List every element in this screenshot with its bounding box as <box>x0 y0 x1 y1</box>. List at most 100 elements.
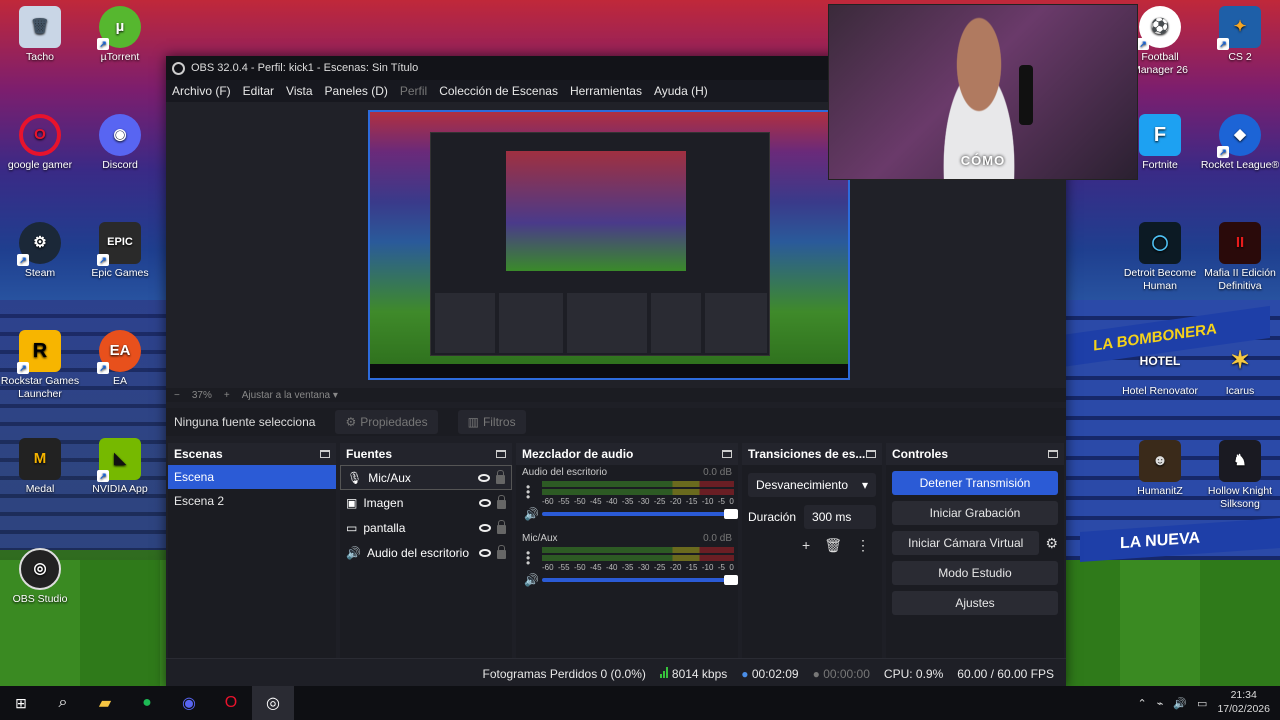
lock-icon[interactable] <box>497 544 506 559</box>
start-button[interactable]: ⊞ <box>0 686 42 720</box>
trash-icon[interactable]: 🗑 <box>824 537 842 554</box>
record-time-value: 00:00:00 <box>823 666 870 681</box>
desktop-icon-utorrent[interactable]: µ µTorrent <box>80 6 160 64</box>
speaker-icon[interactable]: 🔊 <box>524 507 539 521</box>
desktop-icon-medal[interactable]: M Medal <box>0 438 80 496</box>
taskbar-discord[interactable]: ◉ <box>168 686 210 720</box>
desktop-icon-ea[interactable]: EA EA <box>80 330 160 388</box>
desktop-icon-cs2[interactable]: ✦ CS 2 <box>1200 6 1280 64</box>
scene-item[interactable]: Escena <box>168 465 336 489</box>
fit-to-window-dropdown[interactable]: Ajustar a la ventana ▾ <box>242 390 338 401</box>
duration-input[interactable]: 300 ms <box>804 505 876 529</box>
slider-knob[interactable] <box>724 509 738 519</box>
start-recording-button[interactable]: Iniciar Grabación <box>892 501 1058 525</box>
undock-icon[interactable] <box>496 450 506 458</box>
visibility-eye-icon[interactable] <box>478 473 490 482</box>
lock-icon[interactable] <box>497 494 506 509</box>
settings-button[interactable]: Ajustes <box>892 591 1058 615</box>
desktop-icon-detroit[interactable]: ◯ Detroit Become Human <box>1120 222 1200 293</box>
menu-paneles[interactable]: Paneles (D) <box>325 84 388 98</box>
visibility-eye-icon[interactable] <box>479 498 491 507</box>
taskbar-opera-gx[interactable]: O <box>210 686 252 720</box>
channel-menu-icon[interactable]: • • • <box>526 547 530 569</box>
zoom-out-button[interactable]: − <box>174 390 180 401</box>
controls-dock-header[interactable]: Controles <box>886 443 1064 465</box>
desktop-icon-silksong[interactable]: ♞ Hollow Knight Silksong <box>1200 440 1280 511</box>
desktop-icon-obs-studio[interactable]: ◎ OBS Studio <box>0 548 80 606</box>
lock-icon[interactable] <box>496 469 505 484</box>
volume-slider[interactable] <box>542 575 738 585</box>
clock-date: 17/02/2026 <box>1217 703 1270 715</box>
more-options-icon[interactable]: ⋮ <box>856 537 870 554</box>
source-item[interactable]: 🔊 Audio del escritorio <box>340 540 512 565</box>
desktop-icon-discord[interactable]: ◉ Discord <box>80 114 160 172</box>
desktop-icon-rocket-league[interactable]: ◆ Rocket League® <box>1200 114 1280 172</box>
taskbar-obs[interactable]: ◎ <box>252 686 294 720</box>
search-button[interactable]: ⌕ <box>42 686 84 720</box>
add-icon[interactable]: + <box>802 537 810 554</box>
sources-dock-header[interactable]: Fuentes <box>340 443 512 465</box>
desktop-icon-icarus[interactable]: ✶ Icarus <box>1200 340 1280 398</box>
start-virtual-cam-button[interactable]: Iniciar Cámara Virtual <box>892 531 1040 555</box>
visibility-eye-icon[interactable] <box>479 523 491 532</box>
zoom-in-button[interactable]: + <box>224 390 230 401</box>
undock-icon[interactable] <box>320 450 330 458</box>
taskbar-spotify[interactable]: ● <box>126 686 168 720</box>
transitions-dock-header[interactable]: Transiciones de es... <box>742 443 882 465</box>
stop-stream-button[interactable]: Detener Transmisión <box>892 471 1058 495</box>
preview-canvas[interactable] <box>368 110 850 380</box>
filters-button[interactable]: ▥ Filtros <box>457 410 526 434</box>
visibility-eye-icon[interactable] <box>479 548 491 557</box>
menu-coleccion-escenas[interactable]: Colección de Escenas <box>439 84 558 98</box>
source-item[interactable]: ▭ pantalla <box>340 515 512 540</box>
desktop-icon-rockstar[interactable]: R Rockstar Games Launcher <box>0 330 80 401</box>
menu-ayuda[interactable]: Ayuda (H) <box>654 84 708 98</box>
menu-archivo[interactable]: Archivo (F) <box>172 84 231 98</box>
taskbar-file-explorer[interactable]: ▰ <box>84 686 126 720</box>
gear-icon[interactable]: ⚙ <box>1045 535 1058 552</box>
slider-knob[interactable] <box>724 575 738 585</box>
scenes-dock-header[interactable]: Escenas <box>168 443 336 465</box>
channel-menu-icon[interactable]: • • • <box>526 481 530 503</box>
volume-icon[interactable]: 🔊 <box>1173 697 1187 710</box>
lock-icon[interactable] <box>497 519 506 534</box>
taskbar-clock[interactable]: 21:34 17/02/2026 <box>1217 689 1270 716</box>
desktop-icon-google-gamer[interactable]: O google gamer <box>0 114 80 172</box>
desktop-icon-label: Tacho <box>25 51 55 63</box>
undock-icon[interactable] <box>722 450 732 458</box>
network-icon[interactable]: ⌁ <box>1157 697 1164 710</box>
ea-icon: EA <box>97 330 141 374</box>
desktop-icon-humanitz[interactable]: ☻ HumanitZ <box>1120 440 1200 498</box>
search-icon: ⌕ <box>58 694 68 711</box>
source-item[interactable]: 🎙 Mic/Aux <box>340 465 512 490</box>
desktop-icon-hotel-renovator[interactable]: HOTEL Hotel Renovator <box>1120 340 1200 398</box>
cpu-usage: CPU: 0.9% <box>883 666 944 681</box>
desktop-icon-recycle-bin[interactable]: 🗑 Tacho <box>0 6 80 64</box>
scene-item[interactable]: Escena 2 <box>168 489 336 513</box>
display-icon[interactable]: ▭ <box>1197 697 1207 710</box>
sources-list: 🎙 Mic/Aux ▣ Imagen ▭ pantalla 🔊 Audio de… <box>340 465 512 659</box>
volume-slider[interactable] <box>542 509 738 519</box>
speaker-icon[interactable]: 🔊 <box>524 573 539 587</box>
source-name: Mic/Aux <box>368 470 411 485</box>
mixer-dock-header[interactable]: Mezclador de audio <box>516 443 738 465</box>
source-item[interactable]: ▣ Imagen <box>340 490 512 515</box>
desktop-icon-label: Steam <box>24 267 56 279</box>
menu-editar[interactable]: Editar <box>243 84 274 98</box>
desktop-icon-epic-games[interactable]: EPIC Epic Games <box>80 222 160 280</box>
undock-icon[interactable] <box>1048 450 1058 458</box>
menu-vista[interactable]: Vista <box>286 84 312 98</box>
studio-mode-button[interactable]: Modo Estudio <box>892 561 1058 585</box>
tray-chevron-up-icon[interactable]: ⌃ <box>1137 697 1146 710</box>
menu-perfil[interactable]: Perfil <box>400 84 427 98</box>
desktop-icon-mafia-2[interactable]: II Mafia II Edición Definitiva <box>1200 222 1280 293</box>
desktop-icon-nvidia-app[interactable]: ◣ NVIDIA App <box>80 438 160 496</box>
desktop-icon-label: Football Manager 26 <box>1131 51 1189 77</box>
desktop-icon-label: Rockstar Games Launcher <box>0 375 80 401</box>
undock-icon[interactable] <box>866 450 876 458</box>
properties-button[interactable]: ⚙ Propiedades <box>335 410 438 434</box>
transition-select[interactable]: Desvanecimiento ▾ <box>748 473 876 497</box>
desktop-icon-steam[interactable]: ⚙ Steam <box>0 222 80 280</box>
menu-herramientas[interactable]: Herramientas <box>570 84 642 98</box>
channel-db: 0.0 dB <box>703 533 732 544</box>
